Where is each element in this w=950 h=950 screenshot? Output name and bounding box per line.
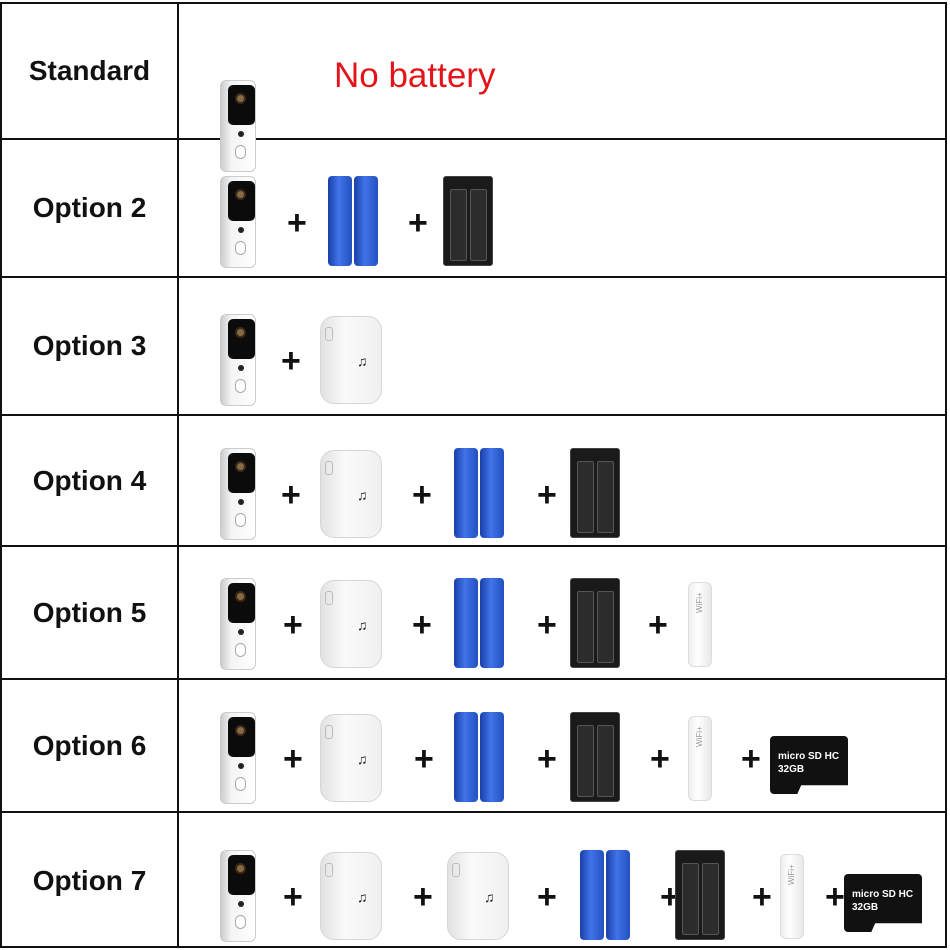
batteries-image bbox=[580, 850, 630, 940]
sd-logo-text: micro SD HC 32GB bbox=[778, 751, 840, 775]
wifi-extender-image: WiFi+ bbox=[780, 854, 804, 939]
plus-sign: + bbox=[283, 606, 303, 644]
battery-charger-image bbox=[443, 176, 493, 266]
plus-sign: + bbox=[412, 606, 432, 644]
plus-sign: + bbox=[741, 740, 761, 778]
plus-sign: + bbox=[648, 606, 668, 644]
option-label: Option 3 bbox=[2, 278, 179, 414]
option-row: Option 4 + ♫ + + bbox=[2, 416, 945, 547]
music-note-icon: ♫ bbox=[357, 889, 368, 905]
option-row: Standard No battery bbox=[2, 4, 945, 172]
wifi-logo-text: WiFi+ bbox=[695, 592, 704, 613]
plus-sign: + bbox=[283, 878, 303, 916]
plus-sign: + bbox=[413, 878, 433, 916]
music-note-icon: ♫ bbox=[357, 617, 368, 633]
option-row: Option 3 + ♫ bbox=[2, 278, 945, 416]
chime-image: ♫ bbox=[320, 450, 382, 538]
plus-sign: + bbox=[537, 476, 557, 514]
option-label: Option 2 bbox=[2, 140, 179, 276]
options-table: Standard No battery Option 2 + + Option 3 + ♫ Op… bbox=[0, 2, 947, 948]
sd-logo-text: micro SD HC 32GB bbox=[852, 889, 914, 913]
plus-sign: + bbox=[281, 342, 301, 380]
option-label: Option 7 bbox=[2, 813, 179, 948]
doorbell-image bbox=[220, 712, 256, 804]
plus-sign: + bbox=[414, 740, 434, 778]
doorbell-image bbox=[220, 850, 256, 942]
option-label: Standard bbox=[2, 4, 179, 138]
option-label: Option 6 bbox=[2, 680, 179, 811]
chime-image: ♫ bbox=[320, 852, 382, 940]
wifi-logo-text: WiFi+ bbox=[787, 864, 796, 885]
plus-sign: + bbox=[537, 878, 557, 916]
option-label: Option 4 bbox=[2, 416, 179, 545]
plus-sign: + bbox=[283, 740, 303, 778]
option-row: Option 7 + ♫ + ♫ + + + WiFi+ + micro SD HC 32GB bbox=[2, 813, 945, 948]
sd-card-image: micro SD HC 32GB bbox=[844, 874, 922, 932]
music-note-icon: ♫ bbox=[357, 353, 368, 369]
option-label: Option 5 bbox=[2, 547, 179, 678]
option-row: Option 2 + + bbox=[2, 140, 945, 278]
no-battery-note: No battery bbox=[334, 56, 496, 95]
option-row: Option 5 + ♫ + + + WiFi+ bbox=[2, 547, 945, 680]
sd-card-image: micro SD HC 32GB bbox=[770, 736, 848, 794]
music-note-icon: ♫ bbox=[357, 751, 368, 767]
doorbell-image bbox=[220, 448, 256, 540]
plus-sign: + bbox=[537, 606, 557, 644]
doorbell-image bbox=[220, 176, 256, 268]
chime-image: ♫ bbox=[320, 714, 382, 802]
chime-image: ♫ bbox=[320, 580, 382, 668]
music-note-icon: ♫ bbox=[357, 487, 368, 503]
plus-sign: + bbox=[537, 740, 557, 778]
music-note-icon: ♫ bbox=[484, 889, 495, 905]
doorbell-image bbox=[220, 314, 256, 406]
battery-charger-image bbox=[570, 712, 620, 802]
chime-image: ♫ bbox=[320, 316, 382, 404]
plus-sign: + bbox=[281, 476, 301, 514]
batteries-image bbox=[454, 578, 504, 668]
plus-sign: + bbox=[412, 476, 432, 514]
battery-charger-image bbox=[570, 448, 620, 538]
doorbell-image bbox=[220, 578, 256, 670]
batteries-image bbox=[328, 176, 378, 266]
plus-sign: + bbox=[408, 204, 428, 242]
wifi-extender-image: WiFi+ bbox=[688, 716, 712, 801]
plus-sign: + bbox=[752, 878, 772, 916]
batteries-image bbox=[454, 712, 504, 802]
wifi-extender-image: WiFi+ bbox=[688, 582, 712, 667]
batteries-image bbox=[454, 448, 504, 538]
battery-charger-image bbox=[675, 850, 725, 940]
plus-sign: + bbox=[825, 878, 845, 916]
wifi-logo-text: WiFi+ bbox=[695, 726, 704, 747]
plus-sign: + bbox=[650, 740, 670, 778]
plus-sign: + bbox=[287, 204, 307, 242]
option-row: Option 6 + ♫ + + + WiFi+ + micro SD HC 32GB bbox=[2, 680, 945, 813]
battery-charger-image bbox=[570, 578, 620, 668]
chime-image: ♫ bbox=[447, 852, 509, 940]
